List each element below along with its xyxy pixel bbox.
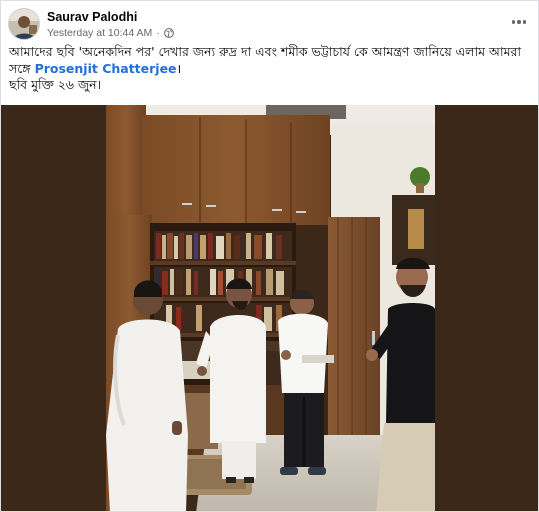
- meta-separator: ·: [156, 27, 160, 39]
- avatar-image: [9, 9, 39, 39]
- post-header: Saurav Palodhi Yesterday at 10:44 AM ·: [1, 1, 538, 45]
- globe-icon[interactable]: [163, 28, 174, 38]
- post-text-suffix: ।: [176, 60, 182, 76]
- post-card: Saurav Palodhi Yesterday at 10:44 AM · আ…: [0, 0, 539, 512]
- avatar[interactable]: [8, 8, 40, 40]
- post-meta: Yesterday at 10:44 AM ·: [47, 27, 174, 39]
- post-text: আমাদের ছবি 'অনেকদিন পর' দেখার জন্য রুদ্র…: [9, 44, 533, 94]
- mention-link[interactable]: Prosenjit Chatterjee: [35, 61, 177, 76]
- post-media[interactable]: [1, 105, 538, 511]
- more-options-icon[interactable]: [508, 13, 530, 31]
- post-text-prefix: সঙ্গে: [9, 60, 31, 76]
- post-timestamp[interactable]: Yesterday at 10:44 AM: [47, 27, 152, 39]
- author-name[interactable]: Saurav Palodhi: [47, 10, 137, 24]
- photo-image: [106, 105, 435, 511]
- post-photo[interactable]: [106, 105, 435, 511]
- post-text-line: ছবি মুক্তি ২৬ জুন।: [9, 77, 102, 92]
- post-text-line: সঙ্গে Prosenjit Chatterjee।: [9, 61, 533, 78]
- post-text-line: আমাদের ছবি 'অনেকদিন পর' দেখার জন্য রুদ্র…: [9, 44, 522, 59]
